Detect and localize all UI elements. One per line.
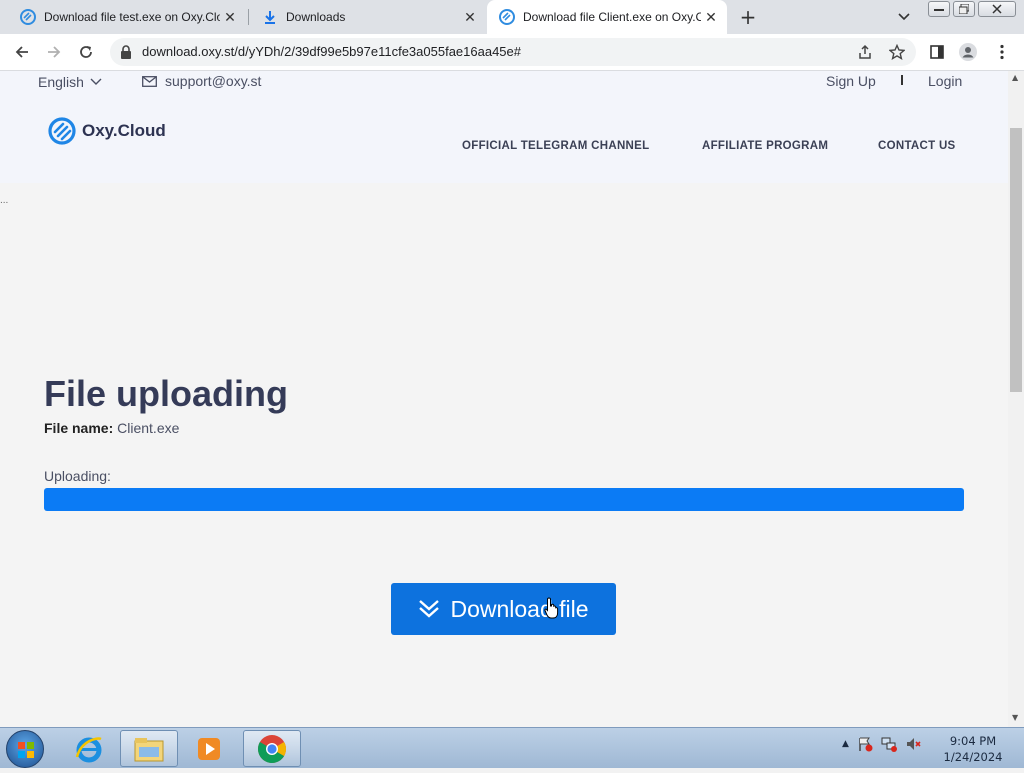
- upload-progress-fill: [44, 488, 964, 511]
- page-title: File uploading: [44, 373, 288, 414]
- tab-separator: [248, 9, 249, 25]
- login-link[interactable]: Login: [928, 73, 962, 89]
- auth-divider: [901, 75, 903, 85]
- address-bar[interactable]: download.oxy.st/d/yYDh/2/39df99e5b97e11c…: [110, 38, 916, 66]
- hand-cursor-icon: [544, 597, 559, 619]
- file-explorer-taskbar-icon[interactable]: [120, 730, 178, 767]
- chrome-taskbar-icon[interactable]: [243, 730, 301, 767]
- logo-text: Oxy.Cloud: [82, 121, 166, 140]
- tab-client-exe[interactable]: Download file Client.exe on Oxy.C ✕: [487, 0, 727, 34]
- tab-close-icon[interactable]: ✕: [701, 7, 721, 27]
- minimize-button[interactable]: [928, 1, 950, 17]
- media-player-taskbar-icon[interactable]: [180, 730, 238, 767]
- action-center-flag-icon[interactable]: [857, 736, 873, 752]
- more-menu-icon[interactable]: [992, 42, 1012, 62]
- upload-progress-bar: [44, 488, 964, 511]
- system-tray: ▲: [842, 736, 921, 752]
- windows-logo-icon: [18, 742, 34, 758]
- file-name-label: File name:: [44, 420, 114, 436]
- tab-label: Download file test.exe on Oxy.Clo: [44, 10, 220, 24]
- tab-test-exe[interactable]: Download file test.exe on Oxy.Clo ✕: [8, 0, 246, 34]
- site-logo[interactable]: Oxy.Cloud: [48, 117, 166, 145]
- sign-up-link[interactable]: Sign Up: [826, 73, 876, 89]
- system-clock[interactable]: 9:04 PM 1/24/2024: [930, 733, 1016, 765]
- uploading-label: Uploading:: [44, 468, 111, 484]
- reload-icon[interactable]: [74, 40, 98, 64]
- language-selector[interactable]: English: [38, 74, 102, 90]
- file-name-value: Client.exe: [117, 420, 180, 436]
- profile-avatar-icon[interactable]: [958, 42, 978, 62]
- internet-explorer-taskbar-icon[interactable]: [60, 730, 118, 767]
- oxy-cloud-favicon-icon: [20, 9, 36, 25]
- nav-contact-us[interactable]: CONTACT US: [878, 140, 956, 152]
- back-arrow-icon[interactable]: [10, 40, 34, 64]
- new-tab-button[interactable]: +: [736, 5, 760, 29]
- network-icon[interactable]: [881, 736, 897, 752]
- forward-arrow-icon[interactable]: [42, 40, 66, 64]
- oxy-cloud-favicon-icon: [499, 9, 515, 25]
- support-email-text: support@oxy.st: [165, 73, 262, 89]
- share-icon[interactable]: [856, 43, 874, 61]
- mail-icon: [142, 75, 157, 87]
- tab-close-icon[interactable]: ✕: [220, 7, 240, 27]
- nav-telegram-channel[interactable]: OFFICIAL TELEGRAM CHANNEL: [462, 140, 649, 152]
- windows-taskbar: ▲ 9:04 PM 1/24/2024: [0, 727, 1024, 768]
- tab-label: Download file Client.exe on Oxy.C: [523, 10, 701, 24]
- double-chevron-down-icon: [419, 600, 440, 618]
- clock-date: 1/24/2024: [943, 750, 1003, 764]
- tab-search-chevron-icon[interactable]: [894, 7, 914, 27]
- tab-label: Downloads: [286, 10, 346, 24]
- ellipsis-mark: ...: [0, 195, 9, 206]
- tab-downloads[interactable]: Downloads ✕: [250, 0, 486, 34]
- bookmark-star-icon[interactable]: [888, 43, 906, 61]
- scroll-down-arrow-icon[interactable]: ▼: [1012, 713, 1018, 722]
- start-button[interactable]: [6, 730, 44, 768]
- show-hidden-icons-arrow-icon[interactable]: ▲: [842, 739, 849, 749]
- browser-toolbar: download.oxy.st/d/yYDh/2/39df99e5b97e11c…: [0, 34, 1024, 71]
- chevron-down-icon: [90, 78, 102, 85]
- download-file-button[interactable]: Download file: [391, 583, 616, 635]
- tab-strip: Download file test.exe on Oxy.Clo ✕ Down…: [0, 0, 1024, 34]
- lock-icon: [121, 45, 131, 59]
- clock-time: 9:04 PM: [949, 734, 997, 748]
- language-label: English: [38, 74, 84, 90]
- file-name-row: File name: Client.exe: [44, 420, 179, 436]
- scroll-up-arrow-icon[interactable]: ▲: [1012, 73, 1018, 82]
- site-header: English support@oxy.st Sign Up Login Oxy…: [0, 71, 1008, 183]
- web-page: English support@oxy.st Sign Up Login Oxy…: [0, 71, 1008, 727]
- oxy-cloud-logo-icon: [48, 117, 76, 145]
- support-email-link[interactable]: support@oxy.st: [142, 73, 261, 89]
- volume-muted-icon[interactable]: [905, 736, 921, 752]
- download-icon: [265, 11, 275, 24]
- close-window-button[interactable]: [978, 1, 1016, 17]
- page-scrollbar[interactable]: ▲ ▼: [1008, 71, 1024, 727]
- side-panel-icon[interactable]: [927, 42, 947, 62]
- scrollbar-thumb[interactable]: [1010, 128, 1022, 392]
- download-button-label: Download file: [450, 595, 589, 622]
- tab-close-icon[interactable]: ✕: [460, 7, 480, 27]
- restore-button[interactable]: [953, 1, 975, 17]
- url-text[interactable]: download.oxy.st/d/yYDh/2/39df99e5b97e11c…: [142, 44, 521, 59]
- nav-affiliate-program[interactable]: AFFILIATE PROGRAM: [702, 140, 828, 152]
